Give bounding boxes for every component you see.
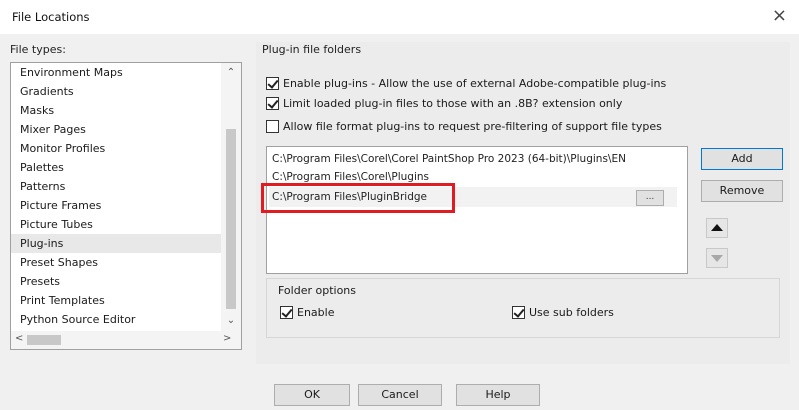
- prefilter-checkbox[interactable]: Allow file format plug-ins to request pr…: [266, 120, 662, 133]
- plugin-folders-list[interactable]: C:\Program Files\Corel\Corel PaintShop P…: [266, 146, 688, 274]
- help-button[interactable]: Help: [456, 384, 540, 406]
- prefilter-label: Allow file format plug-ins to request pr…: [283, 120, 662, 133]
- folder-path-3[interactable]: C:\Program Files\PluginBridge: [272, 191, 427, 203]
- move-down-button[interactable]: [706, 248, 728, 268]
- add-button[interactable]: Add: [701, 148, 783, 170]
- remove-button[interactable]: Remove: [701, 180, 783, 202]
- close-icon[interactable]: ×: [772, 5, 787, 26]
- cancel-button[interactable]: Cancel: [358, 384, 442, 406]
- file-type-item[interactable]: Gradients: [11, 82, 221, 101]
- checkbox-use-subfolders[interactable]: [512, 306, 525, 319]
- file-type-item[interactable]: Picture Tubes: [11, 215, 221, 234]
- file-types-list[interactable]: Environment Maps Gradients Masks Mixer Page…: [10, 62, 242, 350]
- limit-extension-checkbox[interactable]: Limit loaded plug-in files to those with…: [266, 97, 622, 110]
- file-type-item[interactable]: Python Source Editor: [11, 310, 221, 329]
- vertical-scroll-thumb[interactable]: [226, 129, 236, 309]
- move-up-icon: [711, 224, 723, 231]
- file-type-item[interactable]: Patterns: [11, 177, 221, 196]
- horizontal-scrollbar[interactable]: < >: [11, 331, 241, 349]
- folder-path-1[interactable]: C:\Program Files\Corel\Corel PaintShop P…: [272, 153, 626, 165]
- ok-button[interactable]: OK: [274, 384, 350, 406]
- file-type-item[interactable]: Environment Maps: [11, 63, 221, 82]
- checkbox-folder-enable[interactable]: [280, 306, 293, 319]
- file-type-item[interactable]: Mixer Pages: [11, 120, 221, 139]
- browse-button[interactable]: ...: [636, 190, 664, 206]
- file-types-items: Environment Maps Gradients Masks Mixer Page…: [11, 63, 221, 331]
- scroll-right-icon[interactable]: >: [223, 333, 231, 344]
- use-subfolders-label: Use sub folders: [529, 306, 614, 319]
- window-title: File Locations: [12, 10, 90, 24]
- folder-enable-checkbox[interactable]: Enable: [280, 306, 334, 319]
- file-type-item[interactable]: Picture Frames: [11, 196, 221, 215]
- title-bar: File Locations ×: [0, 0, 799, 34]
- checkbox-limit-extension[interactable]: [266, 97, 279, 110]
- limit-extension-label: Limit loaded plug-in files to those with…: [283, 97, 623, 110]
- vertical-scrollbar[interactable]: ⌃ ⌄: [221, 63, 241, 331]
- checkbox-enable-plugins[interactable]: [266, 77, 279, 90]
- move-down-icon: [711, 255, 723, 262]
- file-type-item[interactable]: Masks: [11, 101, 221, 120]
- move-up-button[interactable]: [706, 218, 728, 238]
- scroll-left-icon[interactable]: <: [15, 333, 23, 344]
- use-subfolders-checkbox[interactable]: Use sub folders: [512, 306, 614, 319]
- file-type-item[interactable]: Plug-ins: [11, 234, 221, 253]
- enable-plugins-checkbox[interactable]: Enable plug-ins - Allow the use of exter…: [266, 77, 666, 90]
- enable-plugins-label: Enable plug-ins - Allow the use of exter…: [283, 77, 667, 90]
- scroll-down-icon[interactable]: ⌄: [221, 315, 241, 326]
- horizontal-scroll-thumb[interactable]: [27, 335, 61, 345]
- file-type-item[interactable]: Palettes: [11, 158, 221, 177]
- folder-path-2[interactable]: C:\Program Files\Corel\Plugins: [272, 171, 429, 182]
- file-types-label: File types:: [10, 43, 66, 56]
- folder-options-label: Folder options: [278, 284, 357, 297]
- scroll-up-icon[interactable]: ⌃: [221, 67, 241, 78]
- file-type-item[interactable]: Print Templates: [11, 291, 221, 310]
- file-type-item[interactable]: Preset Shapes: [11, 253, 221, 272]
- file-type-item[interactable]: Presets: [11, 272, 221, 291]
- file-type-item[interactable]: Monitor Profiles: [11, 139, 221, 158]
- checkbox-prefilter[interactable]: [266, 120, 279, 133]
- folder-enable-label: Enable: [297, 306, 335, 319]
- plugin-folders-label: Plug-in file folders: [262, 43, 362, 56]
